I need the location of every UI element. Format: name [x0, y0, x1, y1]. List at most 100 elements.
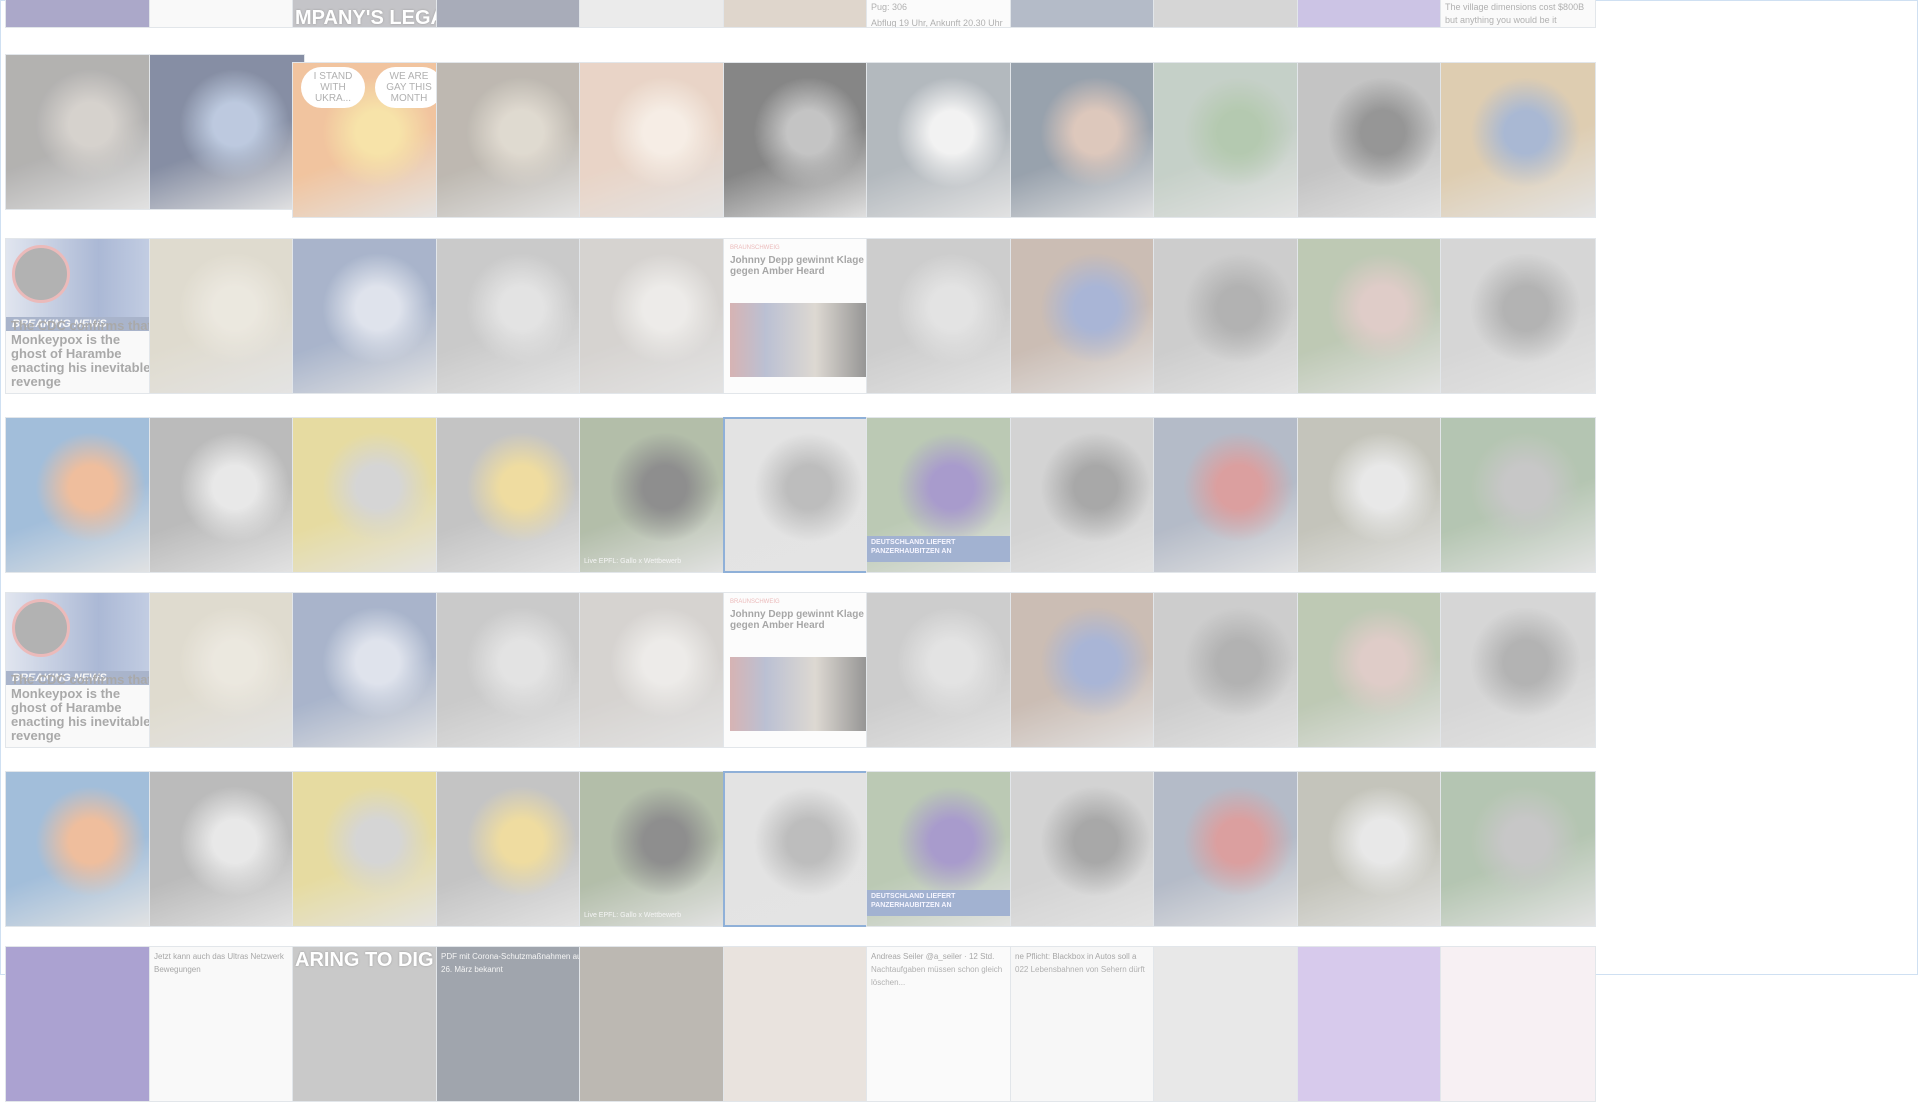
- thumbnail-bottom-10[interactable]: [1440, 946, 1596, 1102]
- playground-photo-repeat[interactable]: [1297, 592, 1453, 748]
- batman-slap-meme[interactable]: I STAND WITH UKRA... WE ARE GAY THIS MONT…: [292, 62, 448, 218]
- vw-bus-snow-repeat[interactable]: [723, 771, 879, 927]
- store-photo[interactable]: [436, 62, 592, 218]
- field-photo-repeat[interactable]: [149, 592, 305, 748]
- article-title: Johnny Depp gewinnt Klage gegen Amber He…: [730, 609, 864, 631]
- thumbnail-image: [580, 593, 734, 747]
- thumbnail-top-8[interactable]: [1153, 0, 1309, 28]
- thumbnail-top-3[interactable]: [436, 0, 592, 28]
- thumbnail-top-6[interactable]: Pug: 306 Abflug 19 Uhr, Ankunft 20.30 Uhr: [866, 0, 1022, 28]
- mascots-photo-repeat[interactable]: [292, 592, 448, 748]
- parking-cam-repeat[interactable]: [1153, 592, 1309, 748]
- bottom-text: ne Pflicht: Blackbox in Autos soll a: [1015, 952, 1137, 961]
- car-woman-photo[interactable]: [866, 62, 1022, 218]
- thumbnail-image: [724, 0, 878, 27]
- yellow-slide-repeat[interactable]: [292, 771, 448, 927]
- parking-cam[interactable]: [1153, 238, 1309, 394]
- garage-moto-repeat[interactable]: [1440, 592, 1596, 748]
- johnny-depp-photo-repeat[interactable]: [579, 592, 735, 748]
- thumbnail-top-9[interactable]: [1297, 0, 1453, 28]
- thumbnail-image: [293, 239, 447, 393]
- thumbnail-bottom-9[interactable]: [1297, 946, 1453, 1102]
- gym-photo[interactable]: [1010, 238, 1166, 394]
- crowd-street-repeat[interactable]: [1440, 771, 1596, 927]
- thumbnail-top-10[interactable]: The village dimensions cost $800B but an…: [1440, 0, 1596, 28]
- kitten-photo[interactable]: [5, 54, 161, 210]
- garage-moto[interactable]: [1440, 238, 1596, 394]
- swan-wall[interactable]: [149, 417, 305, 573]
- thumbnail-image: [1441, 418, 1595, 572]
- depp-article-repeat[interactable]: BRAUNSCHWEIG Johnny Depp gewinnt Klage ge…: [723, 592, 879, 748]
- deer-art[interactable]: [149, 54, 305, 210]
- thumbnail-image: [1011, 772, 1165, 926]
- mascots-photo[interactable]: [292, 238, 448, 394]
- news-ticker: DEUTSCHLAND LIEFERT PANZERHAUBITZEN AN: [867, 890, 1021, 916]
- catwoman-photo[interactable]: [1010, 62, 1166, 218]
- thumbnail-image: [580, 63, 734, 217]
- interview-photo-repeat[interactable]: Live EPFL: Gallo x Wettbewerb: [579, 771, 735, 927]
- thumbnail-top-0[interactable]: [5, 0, 161, 28]
- harambe-news[interactable]: BREAKING NEWS The CDC confirms that Monke…: [5, 238, 161, 394]
- man-parking[interactable]: [1010, 417, 1166, 573]
- thumbnail-bottom-7[interactable]: ne Pflicht: Blackbox in Autos soll a 022 …: [1010, 946, 1166, 1102]
- thumbnail-bottom-6[interactable]: Andreas Seiler @a_seiler · 12 Std. Nachta…: [866, 946, 1022, 1102]
- thumbnail-bottom-2[interactable]: ARING TO DIG DEEP: [292, 946, 448, 1102]
- skate-rail[interactable]: [1297, 417, 1453, 573]
- speech-bubble-left: I STAND WITH UKRA...: [301, 67, 365, 108]
- interview-photo[interactable]: Live EPFL: Gallo x Wettbewerb: [579, 417, 735, 573]
- thumbnail-image: [437, 593, 591, 747]
- moto-race-repeat[interactable]: [1153, 771, 1309, 927]
- skate-rail-repeat[interactable]: [1297, 771, 1453, 927]
- road-video-repeat[interactable]: [436, 592, 592, 748]
- lego-figures-repeat[interactable]: [436, 771, 592, 927]
- article-tag: BRAUNSCHWEIG: [730, 245, 780, 251]
- thumbnail-image: [580, 0, 734, 27]
- swan-wall-repeat[interactable]: [149, 771, 305, 927]
- woman-selfie[interactable]: [579, 62, 735, 218]
- thumbnail-bottom-5[interactable]: [723, 946, 879, 1102]
- surf-wave[interactable]: [5, 417, 161, 573]
- surf-wave-repeat[interactable]: [5, 771, 161, 927]
- thumbnail-image: [1011, 0, 1165, 27]
- thumbnail-image: [580, 772, 734, 926]
- thumbnail-image: [580, 947, 734, 1101]
- crowd-street[interactable]: [1440, 417, 1596, 573]
- gym-photo-repeat[interactable]: [1010, 592, 1166, 748]
- thumbnail-bottom-1[interactable]: Jetzt kann auch das Ultras Netzwerk Bewe…: [149, 946, 305, 1102]
- moto-race[interactable]: [1153, 417, 1309, 573]
- thumbnail-bottom-8[interactable]: [1153, 946, 1309, 1102]
- yellow-slide[interactable]: [292, 417, 448, 573]
- thumbnail-top-2[interactable]: MPANY'S LEGACY COD: [292, 0, 448, 28]
- thumbnail-image: [6, 55, 160, 209]
- news-anchor-repeat[interactable]: DEUTSCHLAND LIEFERT PANZERHAUBITZEN AN: [866, 771, 1022, 927]
- money-meme[interactable]: [1440, 62, 1596, 218]
- playground-photo[interactable]: [1297, 238, 1453, 394]
- thumbnail-image: [1011, 63, 1165, 217]
- field-photo[interactable]: [149, 238, 305, 394]
- thumbnail-image: [293, 593, 447, 747]
- news-anchor[interactable]: DEUTSCHLAND LIEFERT PANZERHAUBITZEN AN: [866, 417, 1022, 573]
- thumbnail-image: [1154, 0, 1308, 27]
- thumbnail-bottom-0[interactable]: [5, 946, 161, 1102]
- harambe-news-repeat[interactable]: BREAKING NEWS The CDC confirms that Monke…: [5, 592, 161, 748]
- thumbnail-top-5[interactable]: [723, 0, 879, 28]
- dog-photo[interactable]: [1297, 62, 1453, 218]
- lego-figures[interactable]: [436, 417, 592, 573]
- street-scooter-repeat[interactable]: [866, 592, 1022, 748]
- robot-sketch[interactable]: [723, 62, 879, 218]
- thumbnail-image: [1298, 593, 1452, 747]
- depp-article[interactable]: BRAUNSCHWEIG Johnny Depp gewinnt Klage ge…: [723, 238, 879, 394]
- thumbnail-top-7[interactable]: [1010, 0, 1166, 28]
- road-video[interactable]: [436, 238, 592, 394]
- thumbnail-top-1[interactable]: [149, 0, 305, 28]
- thumbnail-image: [725, 773, 877, 925]
- thumbnail-image: [1298, 239, 1452, 393]
- johnny-depp-photo[interactable]: [579, 238, 735, 394]
- thumbnail-bottom-4[interactable]: [579, 946, 735, 1102]
- thumbnail-top-4[interactable]: [579, 0, 735, 28]
- thumbnail-bottom-3[interactable]: PDF mit Corona-Schutzmaßnahmen aus 26. M…: [436, 946, 592, 1102]
- man-street-photo[interactable]: [1153, 62, 1309, 218]
- man-parking-repeat[interactable]: [1010, 771, 1166, 927]
- vw-bus-snow[interactable]: [723, 417, 879, 573]
- street-scooter[interactable]: [866, 238, 1022, 394]
